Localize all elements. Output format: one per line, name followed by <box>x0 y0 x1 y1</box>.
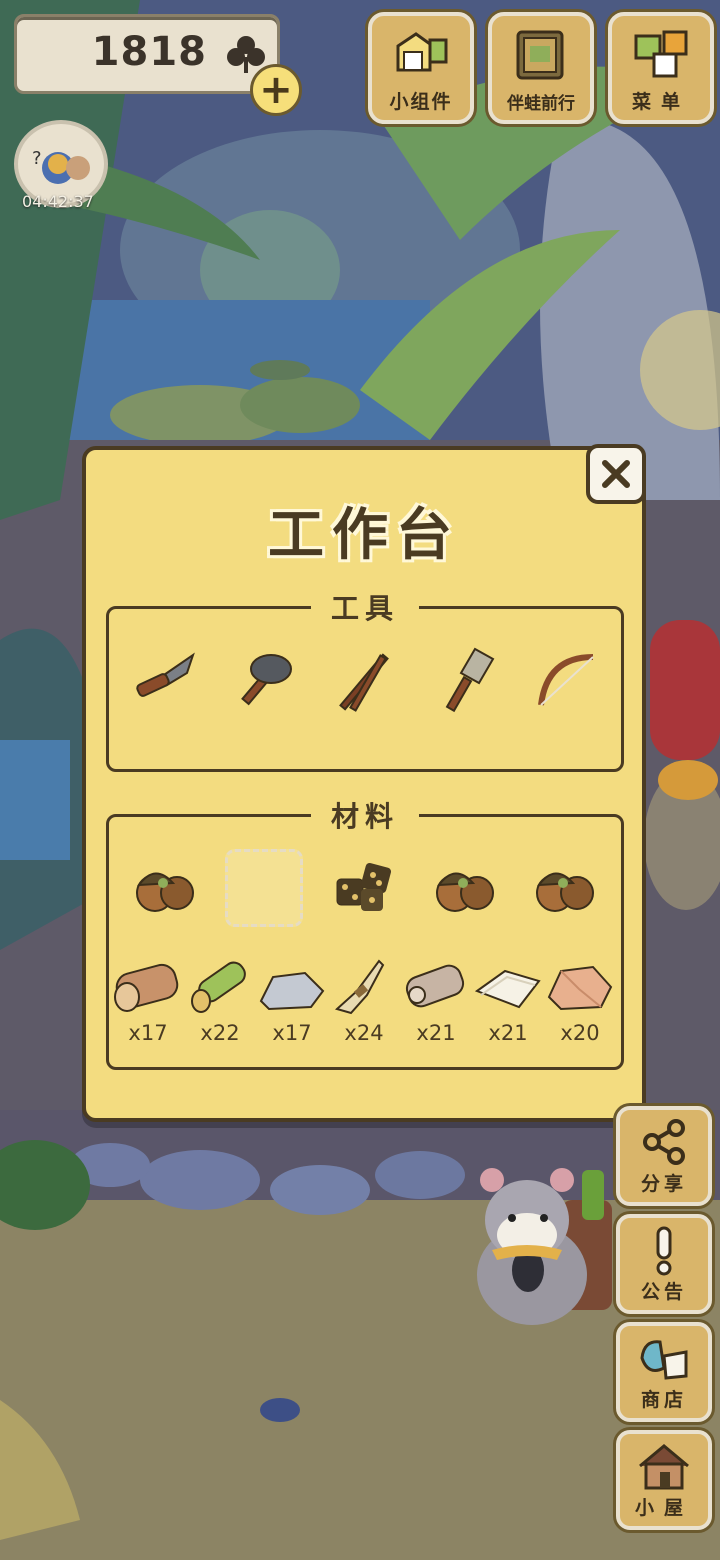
material-cloth-roll[interactable] <box>399 951 471 1019</box>
stone-icon <box>259 971 325 1011</box>
currency-display: 1818 <box>14 14 280 94</box>
close-button[interactable] <box>586 444 646 504</box>
knife-icon <box>136 652 195 697</box>
tool-slot-knife[interactable] <box>125 641 205 721</box>
add-clover-button[interactable]: + <box>250 64 302 116</box>
journey-button[interactable]: 伴蛙前行 <box>488 12 594 124</box>
shop-button[interactable]: 商店 <box>616 1322 712 1422</box>
brush-icon <box>445 647 495 713</box>
bow-icon <box>538 654 594 706</box>
materials-section: 材料 x17 x22 x17 x24 x21 x21 x20 <box>106 795 624 1070</box>
close-icon <box>602 460 630 488</box>
workbench-dialog: 工作台 工具 材料 x17 x22 x17 x24 x21 x21 x20 <box>82 446 646 1122</box>
acorns-icon <box>536 872 594 912</box>
journey-label: 伴蛙前行 <box>507 94 575 114</box>
hamster-character[interactable] <box>462 1160 622 1330</box>
tool-slot-sticks[interactable] <box>325 641 405 721</box>
paper-icon <box>474 969 541 1009</box>
material-slot-acorns-3[interactable] <box>525 847 605 927</box>
material-stone[interactable] <box>255 951 327 1019</box>
frog-character <box>644 760 720 910</box>
count-copper-ore: x20 <box>560 1021 600 1045</box>
house-icon <box>639 1444 689 1490</box>
stone-axe-icon <box>241 654 292 706</box>
materials-label: 材料 <box>310 795 420 835</box>
copper-ore-icon <box>547 965 613 1011</box>
tool-slot-brush[interactable] <box>425 641 505 721</box>
away-timer: 04:42:37 <box>22 192 94 211</box>
count-cloth-roll: x21 <box>416 1021 456 1045</box>
count-wood-log: x17 <box>128 1021 168 1045</box>
count-paper: x21 <box>488 1021 528 1045</box>
acorns-icon <box>436 872 494 912</box>
material-paper[interactable] <box>471 951 543 1019</box>
straw-icon <box>334 959 385 1015</box>
menu-icon <box>634 30 688 78</box>
widget-icon <box>396 32 448 72</box>
journal-icon <box>516 30 564 80</box>
house-label: 小屋 <box>634 1497 693 1519</box>
share-label: 分享 <box>640 1173 687 1195</box>
notice-icon <box>656 1226 672 1276</box>
dialog-title: 工作台 <box>268 503 460 568</box>
material-straw[interactable] <box>327 951 399 1019</box>
material-copper-ore[interactable] <box>543 951 615 1019</box>
material-wood-log[interactable] <box>111 951 183 1019</box>
clover-count: 1818 <box>91 29 207 75</box>
material-slot-acorns-1[interactable] <box>125 847 205 927</box>
count-straw: x24 <box>344 1021 384 1045</box>
tool-slot-bow[interactable] <box>525 641 605 721</box>
bamboo-icon <box>191 961 246 1013</box>
tool-slot-axe[interactable] <box>225 641 305 721</box>
count-bamboo: x22 <box>200 1021 240 1045</box>
sticks-icon <box>339 653 389 712</box>
house-button[interactable]: 小屋 <box>616 1430 712 1530</box>
widget-label: 小组件 <box>389 91 453 113</box>
count-stone: x17 <box>272 1021 312 1045</box>
shop-label: 商店 <box>640 1389 687 1411</box>
notice-label: 公告 <box>640 1281 687 1303</box>
dice-icon <box>336 862 392 911</box>
material-bamboo[interactable] <box>183 951 255 1019</box>
tools-section: 工具 <box>106 587 624 772</box>
material-slot-acorns-2[interactable] <box>425 847 505 927</box>
material-slot-dice[interactable] <box>325 847 405 927</box>
notice-button[interactable]: 公告 <box>616 1214 712 1314</box>
cloth-roll-icon <box>405 964 465 1008</box>
menu-button[interactable]: 菜单 <box>608 12 714 124</box>
share-icon <box>643 1119 685 1165</box>
wood-log-icon <box>114 963 179 1012</box>
share-button[interactable]: 分享 <box>616 1106 712 1206</box>
menu-label: 菜单 <box>631 91 690 113</box>
material-slot-empty[interactable] <box>225 849 303 927</box>
acorns-icon <box>136 872 194 912</box>
svg-text:?: ? <box>32 148 42 169</box>
widget-button[interactable]: 小组件 <box>368 12 474 124</box>
shop-icon <box>640 1340 688 1380</box>
tools-label: 工具 <box>310 587 420 627</box>
